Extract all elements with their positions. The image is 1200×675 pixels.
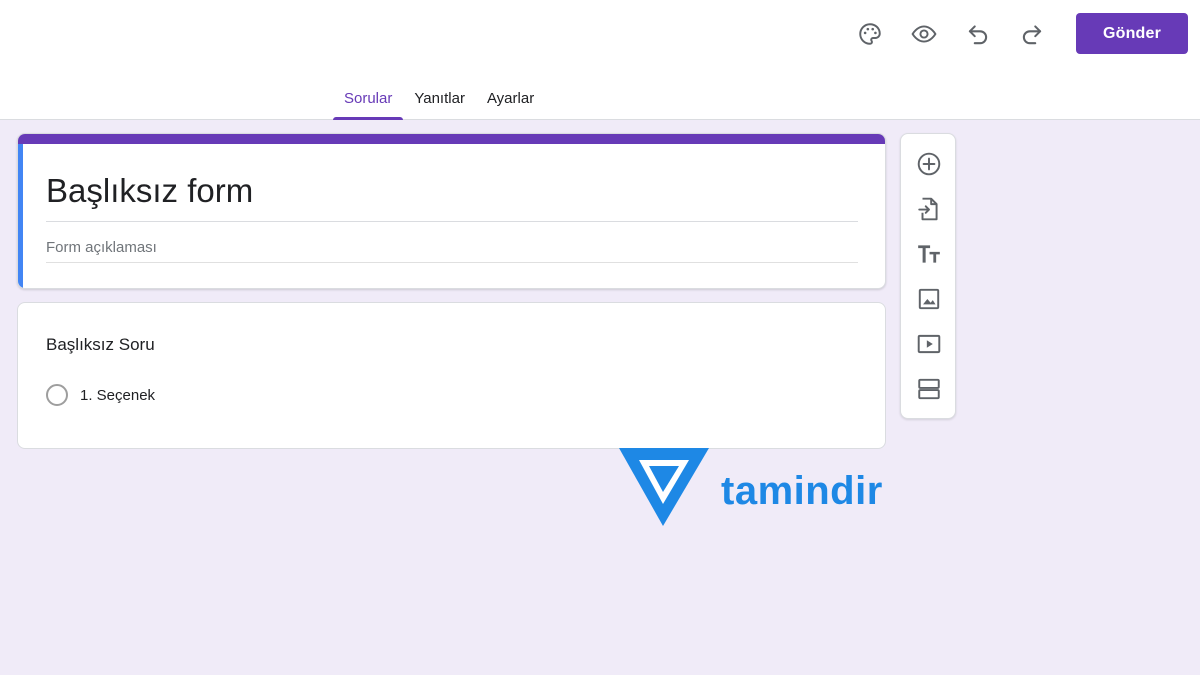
import-icon[interactable] <box>915 195 943 223</box>
watermark-text: tamindir <box>721 468 883 513</box>
palette-icon[interactable] <box>850 14 890 54</box>
form-title-input[interactable]: Başlıksız form <box>46 172 858 222</box>
form-title-card: Başlıksız form Form açıklaması <box>17 133 886 289</box>
video-icon[interactable] <box>915 330 943 358</box>
title-text-icon[interactable] <box>915 240 943 268</box>
accent-bar <box>18 134 885 144</box>
tab-responses[interactable]: Yanıtlar <box>403 80 476 120</box>
question-title[interactable]: Başlıksız Soru <box>46 335 155 355</box>
watermark-mark-icon <box>619 448 709 526</box>
add-circle-icon[interactable] <box>915 150 943 178</box>
top-toolbar: Gönder <box>850 13 1188 54</box>
redo-icon[interactable] <box>1012 14 1052 54</box>
tab-questions[interactable]: Sorular <box>333 80 404 120</box>
eye-icon[interactable] <box>904 14 944 54</box>
send-button[interactable]: Gönder <box>1076 13 1188 54</box>
app-header: Gönder Sorular Yanıtlar Ayarlar <box>0 0 1200 120</box>
section-icon[interactable] <box>915 375 943 403</box>
image-icon[interactable] <box>915 285 943 313</box>
tab-bar: Sorular Yanıtlar Ayarlar <box>333 80 545 120</box>
tab-settings[interactable]: Ayarlar <box>476 80 545 120</box>
undo-icon[interactable] <box>958 14 998 54</box>
form-description-input[interactable]: Form açıklaması <box>46 239 858 263</box>
focus-indicator <box>18 144 23 288</box>
radio-button[interactable] <box>46 384 68 406</box>
question-card[interactable]: Başlıksız Soru 1. Seçenek <box>17 302 886 449</box>
watermark-logo: tamindir <box>619 446 899 528</box>
option-label[interactable]: 1. Seçenek <box>80 387 155 404</box>
side-toolbar <box>900 133 956 419</box>
option-item[interactable]: 1. Seçenek <box>46 384 155 406</box>
